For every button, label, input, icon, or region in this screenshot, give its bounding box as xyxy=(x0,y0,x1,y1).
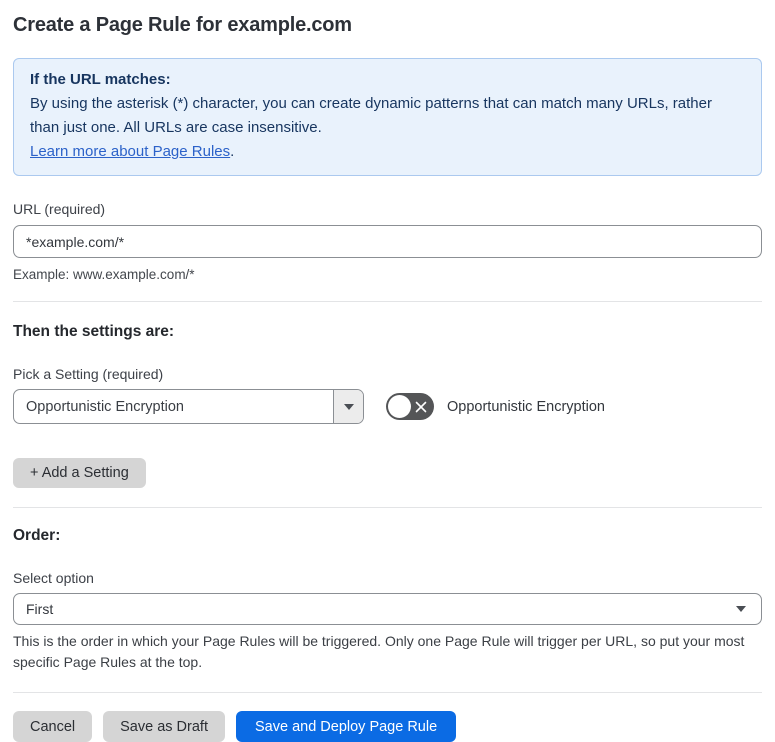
toggle-knob xyxy=(388,395,411,418)
settings-section-heading: Then the settings are: xyxy=(13,323,175,340)
page-title: Create a Page Rule for example.com xyxy=(13,14,352,36)
setting-select-arrow-button[interactable] xyxy=(333,390,363,423)
cancel-button[interactable]: Cancel xyxy=(13,711,93,742)
setting-row: Opportunistic Encryption Opportunistic E… xyxy=(13,389,762,424)
order-helper-text: This is the order in which your Page Rul… xyxy=(13,633,745,670)
add-setting-button[interactable]: + Add a Setting xyxy=(13,458,146,488)
info-box-heading: If the URL matches: xyxy=(30,71,171,88)
form-actions: Cancel Save as Draft Save and Deploy Pag… xyxy=(13,711,762,742)
learn-more-link[interactable]: Learn more about Page Rules xyxy=(30,143,230,160)
page-rule-form: Create a Page Rule for example.com If th… xyxy=(0,0,775,742)
save-and-deploy-button[interactable]: Save and Deploy Page Rule xyxy=(235,711,457,742)
toggle-off-x-icon xyxy=(415,401,427,412)
order-select[interactable]: First xyxy=(13,593,762,625)
url-example-helper: Example: www.example.com/* xyxy=(13,267,195,282)
opportunistic-encryption-toggle[interactable] xyxy=(386,393,434,420)
url-input[interactable] xyxy=(13,225,762,258)
link-suffix: . xyxy=(230,143,235,160)
setting-select-value: Opportunistic Encryption xyxy=(26,398,184,415)
info-box-body: By using the asterisk (*) character, you… xyxy=(30,95,712,136)
url-match-info-box: If the URL matches: By using the asteris… xyxy=(13,58,762,176)
divider xyxy=(13,507,762,508)
order-select-label: Select option xyxy=(13,570,94,586)
order-select-wrap: First xyxy=(13,586,762,625)
setting-select[interactable]: Opportunistic Encryption xyxy=(13,389,364,424)
toggle-label: Opportunistic Encryption xyxy=(447,398,605,415)
chevron-down-icon xyxy=(343,403,354,410)
save-as-draft-button[interactable]: Save as Draft xyxy=(103,711,225,742)
url-field-label: URL (required) xyxy=(13,201,106,217)
info-box-link-line: Learn more about Page Rules. xyxy=(30,140,745,164)
divider xyxy=(13,301,762,302)
setting-toggle-group: Opportunistic Encryption xyxy=(386,393,605,420)
setting-picker-label: Pick a Setting (required) xyxy=(13,366,164,382)
divider xyxy=(13,692,762,693)
order-section-heading: Order: xyxy=(13,527,61,544)
